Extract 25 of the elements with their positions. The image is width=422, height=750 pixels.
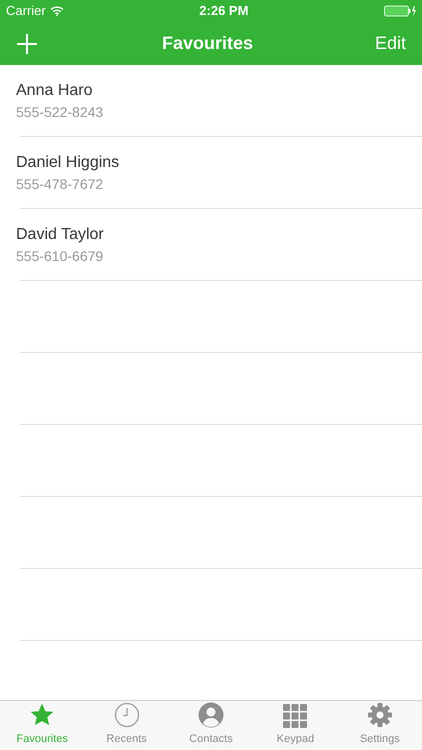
phone-number: 555-478-7672	[16, 176, 104, 190]
tab[interactable]: Favourites	[0, 701, 84, 750]
clock-icon	[114, 702, 140, 728]
phone-number: 555-610-6679	[16, 248, 104, 262]
contact-name: Daniel Higgins	[16, 154, 120, 170]
contact-row[interactable]: David Taylor 555-610-6679	[0, 209, 422, 280]
add-button[interactable]	[16, 32, 40, 56]
plus-icon	[16, 32, 38, 54]
tab[interactable]: Keypad	[253, 701, 338, 750]
contact-row[interactable]: Daniel Higgins 555-478-7672	[0, 137, 422, 208]
contact-row[interactable]: Anna Haro 555-522-8243	[0, 65, 422, 136]
battery-icon	[384, 5, 416, 17]
phone-number: 555-522-8243	[16, 104, 104, 118]
star-icon	[29, 702, 56, 728]
edit-button[interactable]: Edit	[374, 30, 406, 57]
contact-name: David Taylor	[16, 226, 105, 242]
tab[interactable]: Recents	[84, 701, 169, 750]
screen-title: Favourites	[162, 32, 253, 55]
time-label: 2:26 PM	[199, 2, 248, 20]
tab[interactable]: Settings	[338, 701, 422, 750]
contact-name: Anna Haro	[16, 82, 94, 98]
keypad-icon	[283, 704, 308, 728]
tab[interactable]: Contacts	[168, 701, 254, 750]
wifi-icon	[50, 6, 64, 16]
carrier-label: Carrier	[6, 2, 46, 20]
